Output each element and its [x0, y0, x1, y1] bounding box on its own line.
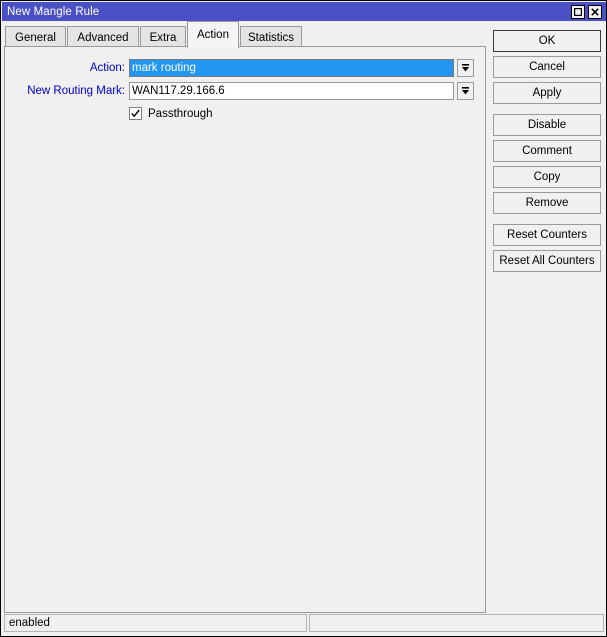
- ok-button[interactable]: OK: [493, 30, 601, 52]
- action-row: Action: mark routing: [5, 59, 475, 77]
- remove-button[interactable]: Remove: [493, 192, 601, 214]
- title-bar[interactable]: New Mangle Rule: [2, 2, 606, 21]
- reset-counters-button[interactable]: Reset Counters: [493, 224, 601, 246]
- new-routing-mark-label: New Routing Mark:: [27, 85, 125, 97]
- new-routing-mark-row: New Routing Mark: WAN117.29.166.6: [5, 82, 475, 100]
- passthrough-label: Passthrough: [148, 107, 213, 120]
- tab-advanced[interactable]: Advanced: [67, 26, 139, 48]
- cancel-button[interactable]: Cancel: [493, 56, 601, 78]
- copy-button[interactable]: Copy: [493, 166, 601, 188]
- mangle-rule-dialog: New Mangle Rule General Advanced Extra A…: [0, 0, 607, 637]
- reset-all-counters-button[interactable]: Reset All Counters: [493, 250, 601, 272]
- dropdown-arrow-icon: [462, 64, 469, 72]
- maximize-button[interactable]: [571, 4, 585, 19]
- tab-statistics[interactable]: Statistics: [240, 26, 302, 48]
- new-routing-mark-dropdown-button[interactable]: [457, 82, 474, 100]
- passthrough-row: Passthrough: [129, 107, 213, 120]
- dropdown-arrow-icon: [462, 87, 469, 95]
- window-title: New Mangle Rule: [7, 5, 100, 18]
- maximize-icon: [574, 7, 582, 16]
- close-button[interactable]: [588, 4, 602, 19]
- close-icon: [591, 7, 599, 16]
- tab-action[interactable]: Action: [187, 21, 239, 48]
- action-label: Action:: [89, 62, 125, 74]
- title-bar-controls: [571, 4, 606, 19]
- apply-button[interactable]: Apply: [493, 82, 601, 104]
- checkmark-icon: [131, 109, 140, 118]
- passthrough-checkbox[interactable]: [129, 107, 142, 120]
- action-input[interactable]: mark routing: [129, 59, 454, 77]
- status-bar: enabled: [4, 614, 604, 632]
- new-routing-mark-input[interactable]: WAN117.29.166.6: [129, 82, 454, 100]
- tab-general[interactable]: General: [5, 26, 66, 48]
- disable-button[interactable]: Disable: [493, 114, 601, 136]
- action-dropdown-button[interactable]: [457, 59, 474, 77]
- status-secondary: [309, 614, 604, 632]
- comment-button[interactable]: Comment: [493, 140, 601, 162]
- status-text: enabled: [4, 614, 307, 632]
- dialog-button-panel: OK Cancel Apply Disable Comment Copy Rem…: [493, 30, 601, 276]
- action-tab-panel: Action: mark routing New Routing Mark: W…: [4, 46, 486, 613]
- tab-extra[interactable]: Extra: [140, 26, 186, 48]
